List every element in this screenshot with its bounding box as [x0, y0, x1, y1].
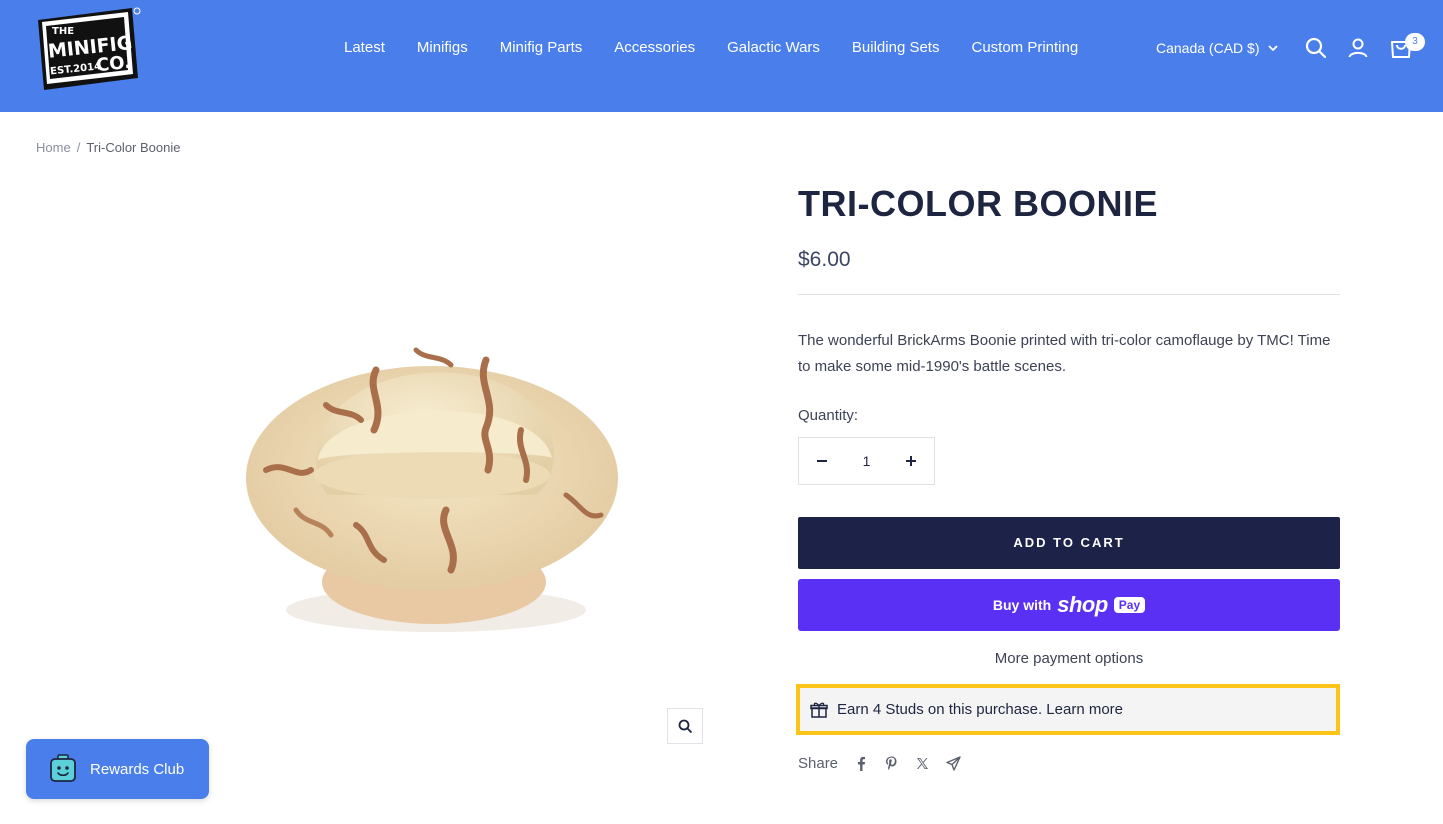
site-logo[interactable]: THE MINIFIG EST.2014 CO.: [34, 4, 142, 92]
quantity-decrease-button[interactable]: [799, 438, 845, 484]
main-nav: Latest Minifigs Minifig Parts Accessorie…: [344, 38, 1110, 58]
studs-learn-more-link[interactable]: Learn more: [1046, 701, 1123, 718]
gift-icon: [810, 702, 828, 718]
share-label: Share: [798, 755, 839, 772]
add-to-cart-button[interactable]: ADD TO CART: [798, 517, 1340, 569]
breadcrumb-separator: /: [76, 140, 81, 155]
nav-building-sets[interactable]: Building Sets: [852, 38, 940, 58]
product-price: $6.00: [798, 248, 851, 271]
zoom-icon: [678, 719, 692, 733]
studs-text: Earn 4 Studs on this purchase. Learn mor…: [837, 701, 1124, 718]
x-twitter-icon[interactable]: [914, 755, 931, 772]
pinterest-icon[interactable]: [883, 755, 900, 772]
product-image[interactable]: [236, 310, 636, 660]
nav-minifig-parts[interactable]: Minifig Parts: [500, 38, 583, 58]
shop-pay-logo: shop: [1057, 592, 1108, 617]
studs-rewards-banner: Earn 4 Studs on this purchase. Learn mor…: [796, 684, 1340, 735]
quantity-stepper: [798, 437, 935, 485]
cart-count-badge: 3: [1405, 33, 1425, 51]
breadcrumb: Home / Tri-Color Boonie: [36, 140, 180, 156]
more-payment-options-link[interactable]: More payment options: [798, 649, 1340, 669]
rewards-club-label: Rewards Club: [90, 760, 185, 778]
user-icon[interactable]: [1346, 36, 1370, 60]
nav-custom-printing[interactable]: Custom Printing: [971, 38, 1078, 58]
rewards-club-button[interactable]: Rewards Club: [26, 739, 209, 799]
nav-minifigs[interactable]: Minifigs: [417, 38, 468, 58]
quantity-increase-button[interactable]: [888, 438, 934, 484]
breadcrumb-home[interactable]: Home: [36, 140, 71, 156]
shop-pay-buy-with: Buy with: [992, 597, 1052, 613]
product-title: TRI-COLOR BOONIE: [798, 183, 1158, 224]
zoom-button[interactable]: [667, 708, 703, 744]
svg-text:CO.: CO.: [95, 52, 132, 77]
svg-text:THE: THE: [52, 26, 74, 37]
nav-latest[interactable]: Latest: [344, 38, 385, 58]
minus-icon: [817, 460, 827, 462]
site-header: THE MINIFIG EST.2014 CO. Latest Minifigs…: [0, 0, 1443, 112]
plus-icon: [906, 456, 916, 466]
currency-selector[interactable]: Canada (CAD $): [1156, 39, 1278, 57]
shop-pay-button[interactable]: Buy with shop Pay: [798, 579, 1340, 631]
product-description: The wonderful BrickArms Boonie printed w…: [798, 332, 1331, 375]
nav-accessories[interactable]: Accessories: [614, 38, 695, 58]
send-icon[interactable]: [945, 755, 962, 772]
shop-pay-badge: Pay: [1113, 597, 1146, 613]
quantity-input[interactable]: [845, 438, 888, 484]
minifig-head-icon: [50, 754, 76, 782]
share-bar: Share: [798, 755, 962, 772]
search-icon[interactable]: [1304, 36, 1328, 60]
divider: [798, 294, 1340, 295]
chevron-down-icon: [1267, 45, 1278, 51]
nav-galactic-wars[interactable]: Galactic Wars: [727, 38, 820, 58]
facebook-icon[interactable]: [852, 755, 869, 772]
quantity-label: Quantity:: [798, 407, 859, 424]
breadcrumb-current: Tri-Color Boonie: [86, 140, 181, 155]
currency-label: Canada (CAD $): [1156, 40, 1260, 56]
